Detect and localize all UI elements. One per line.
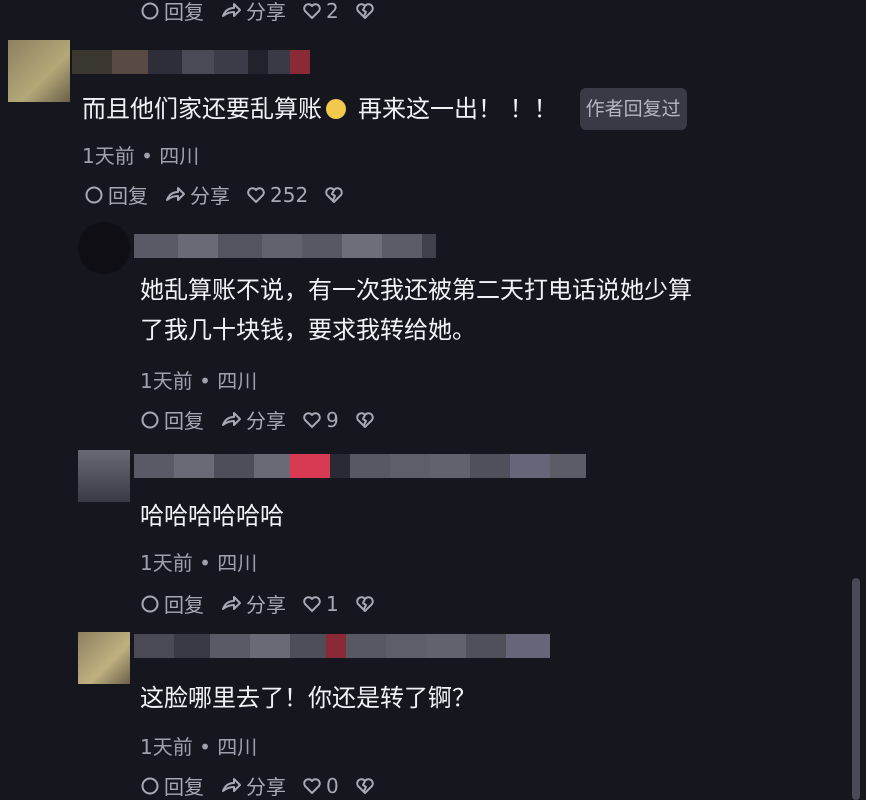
comment-location: 四川 (217, 551, 258, 575)
reply-button[interactable]: 回复 (140, 771, 204, 800)
share-label: 分享 (246, 593, 286, 617)
comment-text: 这脸哪里去了！你还是转了锕？ (140, 684, 476, 712)
avatar[interactable] (8, 40, 70, 102)
reply-label: 回复 (164, 775, 204, 799)
comment-icon (85, 186, 103, 203)
comment-meta: 1天前 • 四川 (82, 140, 199, 169)
meta-dot: • (199, 735, 211, 759)
comment-meta: 1天前 • 四川 (140, 365, 257, 394)
avatar[interactable] (78, 222, 130, 274)
comment-actions: 回复 分享 1 (140, 589, 395, 618)
like-button[interactable]: 252 (246, 183, 308, 207)
comment-time: 1天前 (140, 369, 193, 393)
reply-button[interactable]: 回复 (84, 180, 148, 209)
reply-label: 回复 (164, 593, 204, 617)
author-replied-tag: 作者回复过 (579, 88, 687, 130)
top-comment-actions: 回复 分享 2 (140, 0, 395, 25)
reply-label: 回复 (108, 184, 148, 208)
share-button[interactable]: 分享 (220, 0, 286, 25)
like-count: 0 (326, 773, 339, 798)
broken-heart-icon (355, 777, 374, 794)
broken-heart-icon (355, 595, 374, 612)
dislike-button[interactable] (355, 776, 379, 796)
share-label: 分享 (246, 775, 286, 799)
comment-text-after: 再来这一出！ ！！ (358, 95, 558, 123)
like-button[interactable]: 1 (302, 592, 339, 616)
comment-body: 她乱算账不说，有一次我还被第二天打电话说她少算 了我几十块钱，要求我转给她。 (140, 270, 692, 350)
comment-text-line2: 了我几十块钱，要求我转给她。 (140, 316, 476, 344)
comment-time: 1天前 (140, 735, 193, 759)
comment-time: 1天前 (140, 551, 193, 575)
username-pixelated[interactable] (72, 50, 310, 74)
share-icon (222, 777, 241, 792)
share-button[interactable]: 分享 (220, 405, 286, 434)
comment-text-line1: 她乱算账不说，有一次我还被第二天打电话说她少算 (140, 276, 692, 304)
comment-location: 四川 (159, 144, 200, 168)
comment-time: 1天前 (82, 144, 135, 168)
share-icon (222, 595, 241, 610)
like-count: 1 (326, 591, 339, 616)
dislike-button[interactable] (324, 185, 348, 205)
scrollbar[interactable] (852, 578, 860, 800)
share-icon (222, 2, 241, 17)
share-button[interactable]: 分享 (220, 589, 286, 618)
username-pixelated[interactable] (134, 634, 550, 658)
dislike-button[interactable] (355, 1, 379, 21)
heart-icon (247, 186, 265, 203)
share-label: 分享 (246, 0, 286, 24)
avatar[interactable] (78, 450, 130, 502)
heart-icon (303, 2, 321, 19)
share-icon (222, 411, 241, 426)
dislike-button[interactable] (355, 594, 379, 614)
meta-dot: • (199, 551, 211, 575)
smirk-emoji-icon (326, 99, 346, 119)
heart-icon (303, 411, 321, 428)
broken-heart-icon (325, 186, 343, 203)
comment-body: 而且他们家还要乱算账 再来这一出！ ！！ 作者回复过 (82, 88, 687, 130)
like-count: 9 (326, 407, 339, 432)
heart-icon (303, 777, 321, 794)
like-button[interactable]: 9 (302, 408, 339, 432)
broken-heart-icon (355, 411, 374, 428)
comment-location: 四川 (217, 735, 258, 759)
comment-icon (141, 595, 159, 612)
username-pixelated[interactable] (134, 454, 586, 478)
like-button[interactable]: 2 (302, 0, 339, 23)
like-button[interactable]: 0 (302, 774, 339, 798)
comment-meta: 1天前 • 四川 (140, 731, 257, 760)
avatar[interactable] (78, 632, 130, 684)
dislike-button[interactable] (355, 410, 379, 430)
reply-button[interactable]: 回复 (140, 405, 204, 434)
comment-meta: 1天前 • 四川 (140, 547, 257, 576)
meta-dot: • (199, 369, 211, 393)
like-count: 2 (326, 0, 339, 23)
comment-icon (141, 411, 159, 428)
reply-label: 回复 (164, 0, 204, 24)
meta-dot: • (141, 144, 153, 168)
comment-actions: 回复 分享 252 (84, 180, 364, 209)
comment-text: 哈哈哈哈哈哈 (140, 502, 284, 530)
share-label: 分享 (246, 409, 286, 433)
comment-actions: 回复 分享 9 (140, 405, 395, 434)
reply-label: 回复 (164, 409, 204, 433)
username-pixelated[interactable] (134, 234, 436, 258)
comment-text: 而且他们家还要乱算账 (82, 95, 322, 123)
like-count: 252 (270, 182, 309, 207)
share-icon (166, 186, 185, 201)
share-button[interactable]: 分享 (164, 180, 230, 209)
comment-actions: 回复 分享 0 (140, 771, 395, 800)
broken-heart-icon (355, 2, 374, 19)
reply-button[interactable]: 回复 (140, 0, 204, 25)
comment-location: 四川 (217, 369, 258, 393)
window-edge (866, 0, 874, 800)
share-button[interactable]: 分享 (220, 771, 286, 800)
comment-icon (141, 777, 159, 794)
comment-icon (141, 2, 159, 19)
heart-icon (303, 595, 321, 612)
share-label: 分享 (190, 184, 230, 208)
reply-button[interactable]: 回复 (140, 589, 204, 618)
